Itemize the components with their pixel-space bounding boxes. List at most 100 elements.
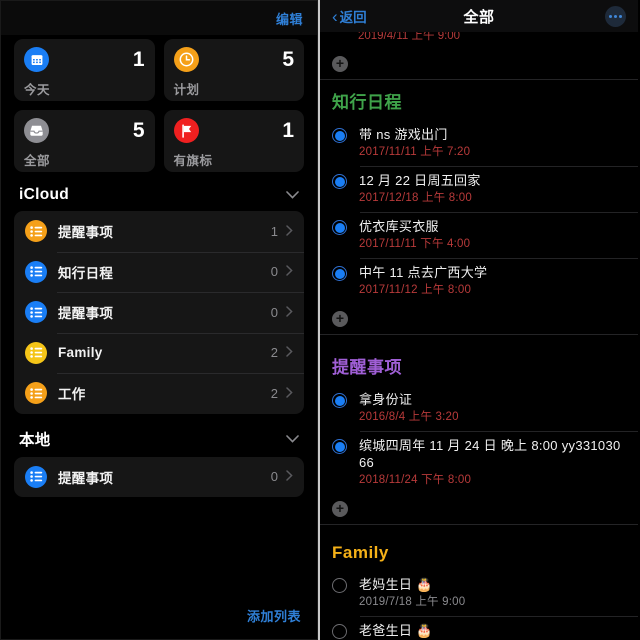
reminder-body: 老爸生日 🎂2020/4/11 上午 9:00 [359,622,628,640]
reminder-title: 缤城四周年 11 月 24 日 晚上 8:00 yy33103066 [359,438,621,470]
more-options-button[interactable] [605,5,626,27]
smart-card-top: 5 [24,118,145,143]
smart-list-count: 1 [282,119,294,142]
reminder-row[interactable]: 优衣库买衣服 2017/11/11 下午 4:00 [320,212,638,258]
reminder-toggle-circle[interactable] [332,624,347,639]
list-group-card: 提醒事项 0 [14,456,304,498]
reminder-body: 中午 11 点去广西大学 2017/11/12 上午 8:00 [359,264,628,298]
add-reminder-row[interactable]: + [320,304,638,335]
calendar-icon [24,47,49,72]
list-item-count: 2 [270,345,278,361]
chevron-left-icon: ‹ [332,6,338,26]
chevron-right-icon [286,224,293,239]
section-header: Family [332,543,389,562]
add-list-button[interactable]: 添加列表 [247,606,301,625]
reminder-date: 2017/11/11 上午 7:20 [359,146,471,158]
list-item[interactable]: 工作 2 [14,373,304,414]
reminder-date: 2016/8/4 上午 3:20 [359,411,459,423]
left-toolbar: 编辑 [1,1,317,35]
reminder-title: 优衣库买衣服 [359,219,439,234]
list-group-card: 提醒事项 1 知行日程 0 提醒事项 0 Family 2 工作 2 [14,211,304,414]
list-item-label: 提醒事项 [58,225,114,241]
smart-card-top: 1 [24,47,145,72]
list-icon [25,301,47,324]
list-item-label: 提醒事项 [58,306,114,322]
reminder-body: 缤城四周年 11 月 24 日 晚上 8:00 yy33103066 2018/1… [359,437,628,488]
section-header: 提醒事项 [332,358,402,377]
list-item-label: 工作 [58,387,86,403]
clock-icon [173,47,199,72]
reminder-row[interactable]: 老爸生日 🎂2020/4/11 上午 9:00 [320,616,638,640]
reminder-row[interactable]: 中午 11 点去广西大学 2017/11/12 上午 8:00 [320,258,638,304]
list-icon [25,382,47,405]
list-item-count: 0 [270,304,278,320]
section-spacer [320,525,638,535]
detail-toolbar: ‹ 返回 全部 [320,0,638,32]
list-group-title: iCloud [19,186,70,203]
plus-icon[interactable]: + [332,311,348,327]
smart-card-top: 5 [173,47,294,72]
reminder-toggle-circle[interactable] [332,220,347,235]
reminder-body: 拿身份证 2016/8/4 上午 3:20 [359,391,628,425]
chevron-down-icon[interactable] [286,186,299,204]
plus-icon[interactable]: + [332,56,348,72]
reminder-toggle-circle[interactable] [332,578,347,593]
reminder-row[interactable]: 带 ns 游戏出门 2017/11/11 上午 7:20 [320,120,638,166]
list-group-header[interactable]: 本地 [1,414,317,457]
list-group-header[interactable]: iCloud [1,172,317,211]
smart-list-card-flag[interactable]: 1 有旗标 [163,110,304,172]
reminder-toggle-circle[interactable] [332,128,347,143]
reminder-toggle-circle[interactable] [332,439,347,454]
reminder-date: 2017/12/18 上午 8:00 [359,192,472,204]
add-reminder-row[interactable]: + [320,49,638,80]
smart-list-label: 计划 [173,83,200,97]
reminder-toggle-circle[interactable] [332,393,347,408]
list-item-label: 提醒事项 [58,470,114,486]
list-icon [25,341,47,364]
reminder-row[interactable]: 拿身份证 2016/8/4 上午 3:20 [320,385,638,431]
list-item[interactable]: 知行日程 0 [14,251,304,293]
smart-list-card-inbox[interactable]: 5 全部 [14,110,155,172]
section-spacer [320,335,638,345]
reminder-body: 带 ns 游戏出门 2017/11/11 上午 7:20 [359,126,628,160]
reminder-toggle-circle[interactable] [332,174,347,189]
chevron-down-icon[interactable] [286,430,299,448]
reminder-body: 12 月 22 日周五回家 2017/12/18 上午 8:00 [359,172,628,206]
chevron-right-icon [286,264,293,279]
smart-list-card-clock[interactable]: 5 计划 [163,39,304,101]
chevron-right-icon [286,345,293,360]
list-item[interactable]: 提醒事项 1 [14,211,304,252]
inbox-icon [24,118,49,143]
reminder-title: 老爸生日 🎂 [359,623,433,638]
list-item[interactable]: 提醒事项 0 [14,457,304,498]
reminder-date: 2017/11/12 上午 8:00 [359,284,472,296]
list-item[interactable]: 提醒事项 0 [14,292,304,333]
reminder-row[interactable]: 12 月 22 日周五回家 2017/12/18 上午 8:00 [320,166,638,212]
reminder-title: 中午 11 点去广西大学 [359,265,488,280]
reminder-toggle-circle[interactable] [332,266,347,281]
reminder-date: 2019/7/18 上午 9:00 [359,596,466,608]
smart-list-label: 全部 [24,154,51,168]
reminders-scroll-area[interactable]: 2019/4/11 上午 9:00 + 知行日程带 ns 游戏出门 2017/11… [320,32,638,640]
plus-icon[interactable]: + [332,501,348,517]
edit-button[interactable]: 编辑 [276,9,303,28]
smart-list-count: 5 [132,119,145,142]
list-item-label: 知行日程 [58,265,114,281]
reminder-row[interactable]: 缤城四周年 11 月 24 日 晚上 8:00 yy33103066 2018/1… [320,431,638,494]
reminder-title: 拿身份证 [359,392,413,407]
list-item[interactable]: Family 2 [14,332,304,374]
smart-list-card-calendar[interactable]: 1 今天 [14,39,155,101]
add-reminder-row[interactable]: + [320,494,638,525]
back-button[interactable]: ‹ 返回 [332,6,367,26]
reminder-date: 2017/11/11 下午 4:00 [359,238,471,250]
user-lists-host: iCloud 提醒事项 1 知行日程 0 提醒事项 0 Family 2 工作 2 本地 提醒事项 0 [1,172,317,497]
ellipsis-icon [609,14,622,18]
list-item-count: 0 [270,469,278,485]
smart-card-top: 1 [173,118,294,143]
clipped-previous-task: 2019/4/11 上午 9:00 [320,32,638,49]
reminders-lists-panel: 编辑 1 今天 5 计划 5 全部 1 有旗标 iCloud 提醒事项 1 知行日程 0 提醒事项 0 Fa… [0,0,318,640]
reminder-row[interactable]: 老妈生日 🎂 2019/7/18 上午 9:00 [320,570,638,616]
smart-lists-grid: 1 今天 5 计划 5 全部 1 有旗标 [1,35,317,172]
list-item-label: Family [58,345,103,361]
list-item-count: 2 [270,385,278,401]
